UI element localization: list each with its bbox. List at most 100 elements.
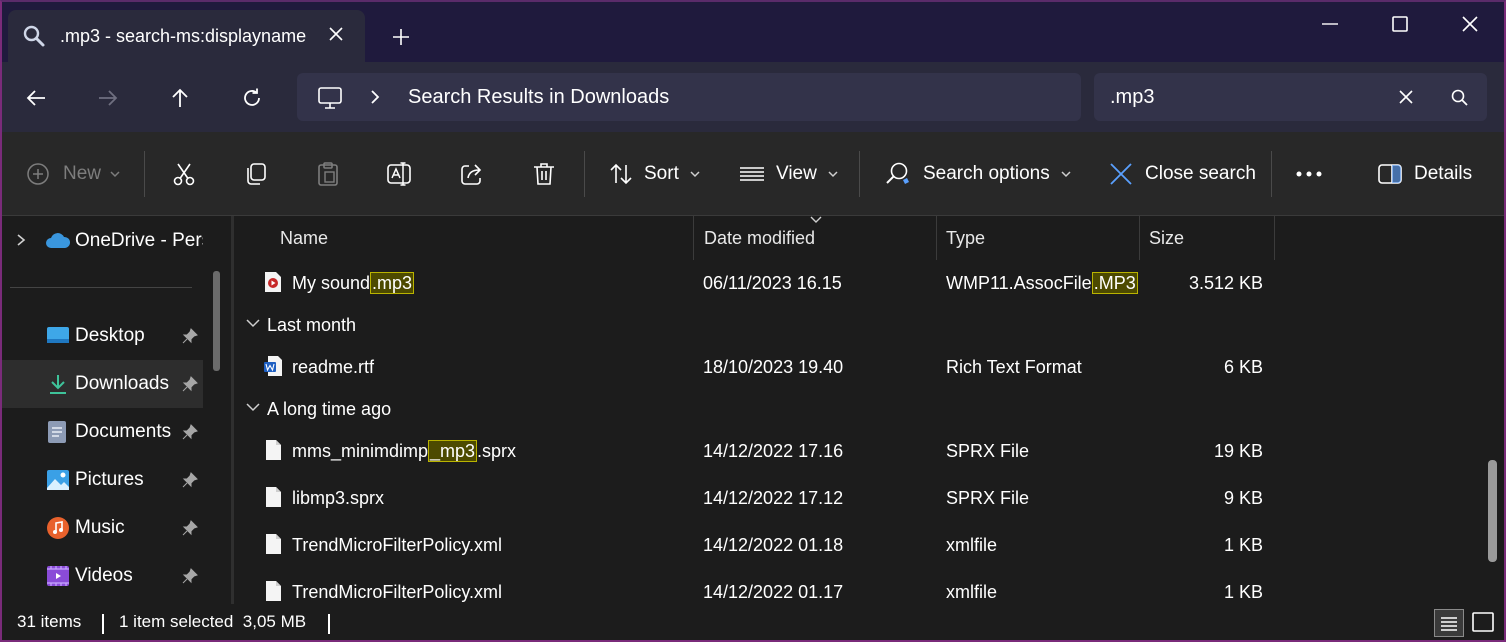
share-button[interactable] [459,132,485,216]
sidebar-item-onedrive[interactable]: OneDrive - Perso [0,216,203,264]
cut-button[interactable] [171,132,197,216]
refresh-icon[interactable] [240,86,264,115]
file-name: My sound .mp3 [292,272,415,294]
close-search-button[interactable]: Close search [1109,132,1256,216]
pin-icon[interactable] [181,423,199,441]
close-tab-icon[interactable] [326,24,346,49]
command-bar: New Sort View Search options Close searc… [0,132,1506,216]
column-header-name[interactable]: Name [234,216,694,260]
more-options-button[interactable] [1296,132,1324,216]
desktop-icon [47,327,69,343]
paste-button[interactable] [315,132,341,216]
sidebar-item-downloads[interactable]: Downloads [0,360,203,408]
pin-icon[interactable] [181,327,199,345]
file-icon [266,581,281,601]
new-button[interactable]: New [26,132,121,216]
this-pc-icon [317,86,343,115]
group-label: A long time ago [267,399,392,419]
table-row[interactable]: mms_minimdimp _mp3 .sprx 14/12/2022 17.16 … [234,428,1484,474]
title-bar: .mp3 - search-ms:displayname [0,0,1506,62]
chevron-down-icon[interactable] [246,318,260,328]
selection-info: 1 item selected 3,05 MB [119,612,307,631]
details-view-icon[interactable] [1434,609,1464,642]
sort-label: Sort [644,163,679,184]
table-row[interactable]: My sound .mp3 06/11/2023 16.15 WMP11.Asso… [234,260,1484,306]
file-icon [266,534,281,554]
sidebar-item-documents[interactable]: Documents [0,408,203,456]
view-list-icon [740,167,764,181]
sidebar-item-music[interactable]: Music [0,504,203,552]
new-label: New [63,163,102,184]
minimize-icon[interactable] [1318,12,1342,41]
search-options-button[interactable]: Search options [884,132,1072,216]
toolbar-divider [584,151,585,197]
table-row[interactable]: readme.rtf 18/10/2023 19.40 Rich Text Fo… [234,344,1484,390]
file-size: 1 KB [1223,582,1263,602]
column-header-size[interactable]: Size [1140,216,1274,260]
file-icon [266,487,281,507]
sidebar-item-desktop[interactable]: Desktop [0,312,203,360]
tab-title: .mp3 - search-ms:displayname [60,26,307,46]
pin-icon[interactable] [181,375,199,393]
clear-search-icon[interactable] [1397,88,1415,111]
maximize-icon[interactable] [1388,12,1412,41]
new-tab-icon[interactable] [390,26,412,53]
search-icon[interactable] [1450,88,1470,113]
tab-search[interactable]: .mp3 - search-ms:displayname [8,10,365,62]
close-window-icon[interactable] [1458,12,1482,41]
delete-button[interactable] [531,132,557,216]
pictures-icon [47,470,69,490]
up-icon[interactable] [168,86,192,115]
chevron-down-icon [690,171,700,178]
pin-icon[interactable] [181,519,199,537]
navigation-bar: Search Results in Downloads .mp3 [0,62,1506,132]
group-header[interactable]: Last month [234,304,834,344]
search-input[interactable]: .mp3 [1110,86,1154,109]
search-box[interactable]: .mp3 [1094,73,1487,121]
column-label: Name [280,228,329,248]
table-row[interactable]: TrendMicroFilterPolicy.xml 14/12/2022 01… [234,522,1484,568]
file-type: xmlfile [946,535,998,555]
chevron-down-icon[interactable] [246,402,260,412]
column-divider[interactable] [1274,216,1275,260]
copy-button[interactable] [243,132,269,216]
file-name-text: mms_minimdimp [292,441,429,461]
column-header-type[interactable]: Type [937,216,1139,260]
file-list-scrollbar[interactable] [1488,460,1497,562]
table-row[interactable]: TrendMicroFilterPolicy.xml 14/12/2022 01… [234,569,1484,604]
sidebar-item-videos[interactable]: Videos [0,552,203,600]
match-highlight: .MP3 [1091,272,1138,294]
sort-button[interactable]: Sort [608,132,701,216]
sidebar-item-label: Pictures [75,469,144,490]
chevron-right-icon[interactable] [14,233,28,247]
file-size: 9 KB [1223,488,1263,508]
details-pane-icon [1378,164,1402,184]
forward-icon[interactable] [96,86,120,115]
details-button[interactable]: Details [1377,132,1472,216]
pin-icon[interactable] [181,471,199,489]
table-row[interactable]: libmp3.sprx 14/12/2022 17.12 SPRX File 9… [234,475,1484,521]
back-icon[interactable] [24,86,48,115]
view-button[interactable]: View [739,132,839,216]
column-label: Size [1149,228,1185,248]
pin-icon[interactable] [181,567,199,585]
sidebar-item-label: Documents [75,421,172,442]
rename-button[interactable] [386,132,414,216]
breadcrumb[interactable]: Search Results in Downloads [408,86,669,109]
search-options-label: Search options [923,163,1050,184]
file-name: readme.rtf [292,357,375,377]
view-label: View [776,163,817,184]
column-header-date[interactable]: Date modified [694,216,936,260]
trash-icon [534,163,554,185]
sidebar-scrollbar[interactable] [213,271,220,371]
group-header[interactable]: A long time ago [234,388,834,428]
sidebar-item-pictures[interactable]: Pictures [0,456,203,504]
match-highlight: _mp3 [428,440,478,462]
address-bar[interactable]: Search Results in Downloads [297,73,1081,121]
file-type: WMP11.AssocFile .MP3 [946,272,1138,294]
chevron-right-icon[interactable] [367,89,383,110]
file-size: 6 KB [1223,357,1263,377]
file-name: mms_minimdimp _mp3 .sprx [292,440,516,462]
large-icons-view-icon[interactable] [1469,609,1497,642]
item-count: 31 items [17,612,82,631]
